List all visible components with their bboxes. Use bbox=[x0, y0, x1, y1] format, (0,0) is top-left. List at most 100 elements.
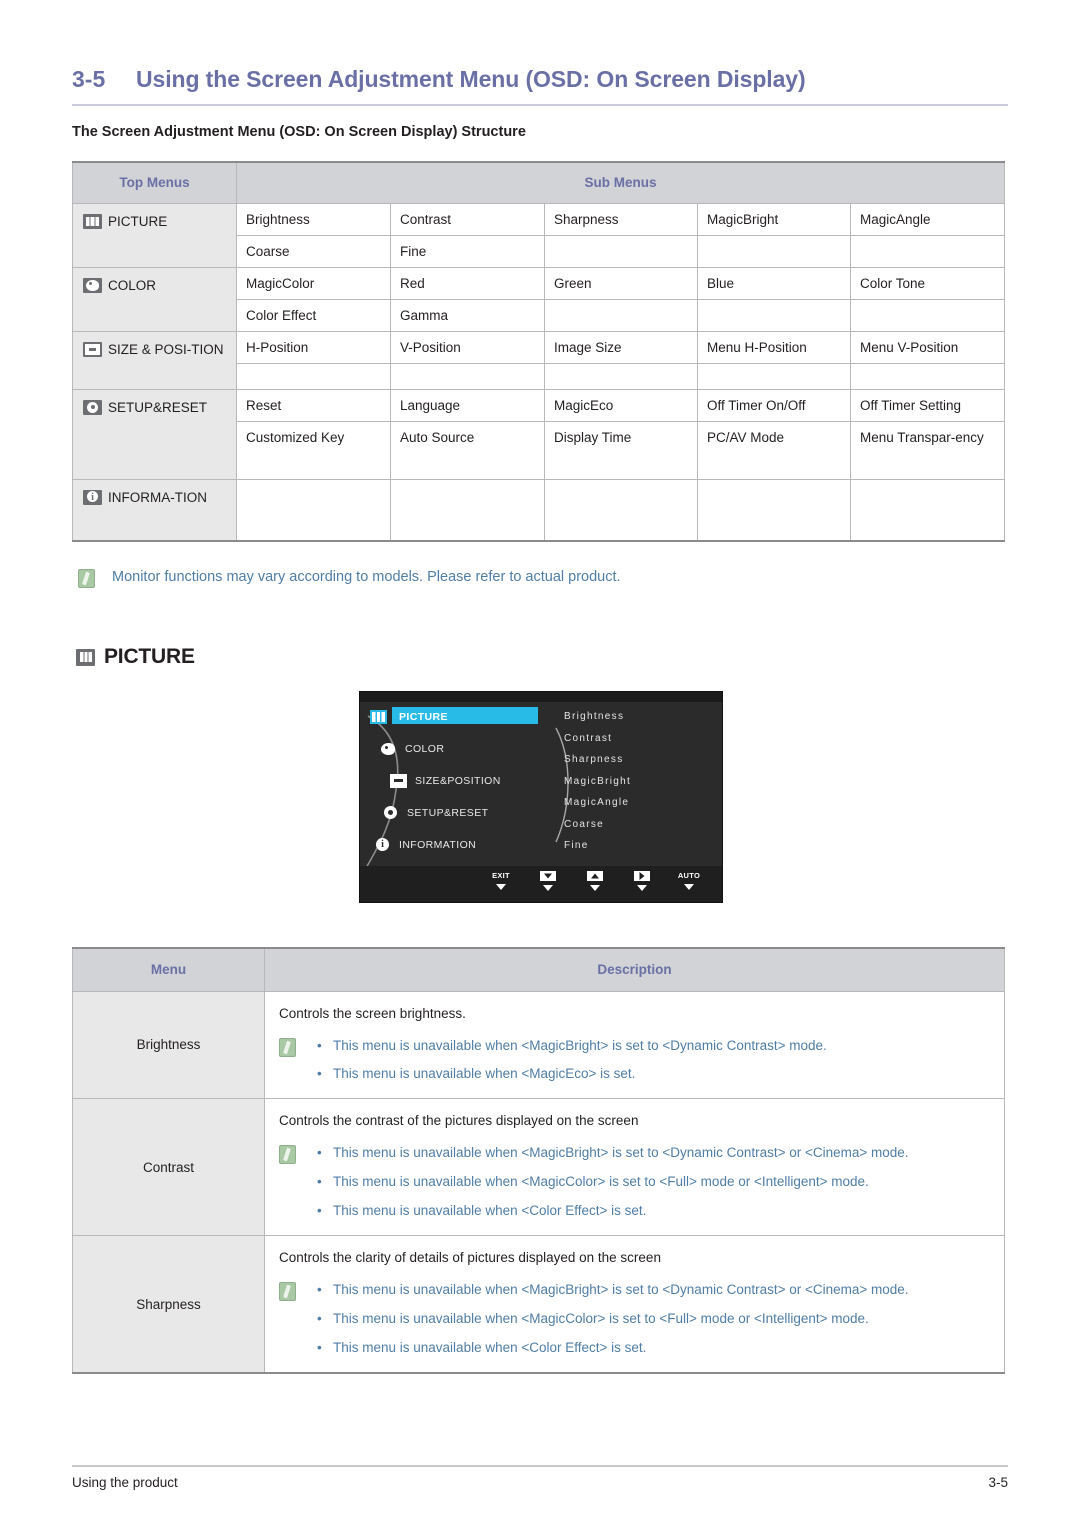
sub-menu-cell: Menu Transpar-ency bbox=[849, 420, 1006, 480]
bullet-dot: • bbox=[317, 1203, 322, 1219]
sub-menu-cell: Gamma bbox=[390, 298, 545, 332]
osd-menu-item-size-position[interactable]: SIZE&POSITION bbox=[370, 770, 501, 792]
description-lead: Controls the screen brightness. bbox=[279, 1005, 466, 1021]
sub-menu-cell: Sharpness bbox=[544, 202, 698, 236]
setup-reset-icon bbox=[83, 399, 102, 415]
picture-icon bbox=[76, 648, 95, 666]
chevron-down-icon bbox=[724, 887, 734, 893]
bullet-list: • This menu is unavailable when <MagicBr… bbox=[279, 1036, 992, 1085]
auto-button-label: AUTO bbox=[677, 871, 701, 880]
list-item: • This menu is unavailable when <MagicEc… bbox=[317, 1064, 992, 1084]
footer-label: Using the product bbox=[72, 1475, 178, 1490]
power-button[interactable] bbox=[712, 869, 746, 893]
sub-menu-cell: H-Position bbox=[236, 330, 391, 364]
table-row: COLOR MagicColor Red Green Blue Color To… bbox=[72, 266, 1006, 332]
note-callout: Monitor functions may vary according to … bbox=[78, 568, 621, 588]
sub-menu-cell: Language bbox=[390, 388, 545, 422]
sub-menu-cell: Red bbox=[390, 266, 545, 300]
chevron-down-icon bbox=[496, 884, 506, 890]
osd-submenu-item[interactable]: Coarse bbox=[564, 814, 714, 836]
col-header-sub-menus: Sub Menus bbox=[235, 161, 1006, 204]
description-cell: Controls the contrast of the pictures di… bbox=[264, 1098, 1005, 1237]
page-number: 3-5 bbox=[988, 1475, 1008, 1490]
top-menu-label: SIZE & POSI-TION bbox=[108, 341, 224, 357]
description-cell: Controls the clarity of details of pictu… bbox=[264, 1235, 1005, 1375]
table-row: SIZE & POSI-TION H-Position V-Position I… bbox=[72, 330, 1006, 390]
top-menu-size-position: SIZE & POSI-TION bbox=[72, 330, 237, 390]
enter-button[interactable] bbox=[625, 871, 659, 891]
osd-menu-item-picture[interactable]: PICTURE bbox=[370, 706, 538, 728]
osd-submenu-item[interactable]: MagicBright bbox=[564, 771, 714, 793]
bullet-dot: • bbox=[317, 1340, 322, 1356]
osd-submenu-list: Brightness Contrast Sharpness MagicBrigh… bbox=[564, 706, 714, 857]
chevron-down-icon bbox=[543, 885, 553, 891]
down-button[interactable] bbox=[531, 871, 565, 891]
osd-submenu-item[interactable]: Brightness bbox=[564, 706, 714, 728]
up-button[interactable] bbox=[578, 871, 612, 891]
sub-menu-cell: MagicEco bbox=[544, 388, 698, 422]
picture-icon bbox=[370, 710, 387, 724]
auto-button[interactable]: AUTO bbox=[672, 871, 706, 890]
sub-menu-cell: MagicBright bbox=[697, 202, 851, 236]
osd-menu-item-color[interactable]: COLOR bbox=[370, 738, 444, 760]
top-menu-label: PICTURE bbox=[108, 213, 168, 229]
top-menu-color: COLOR bbox=[72, 266, 237, 332]
sub-menu-cell bbox=[390, 362, 545, 390]
bullet-text: This menu is unavailable when <MagicColo… bbox=[333, 1174, 869, 1190]
sub-menu-cell: Image Size bbox=[544, 330, 698, 364]
chevron-down-icon bbox=[540, 871, 556, 881]
bullet-list: • This menu is unavailable when <MagicBr… bbox=[279, 1280, 992, 1358]
exit-button[interactable]: EXIT bbox=[484, 871, 518, 890]
bullet-list: • This menu is unavailable when <MagicBr… bbox=[279, 1143, 992, 1221]
table-header-row: Top Menus Sub Menus bbox=[72, 161, 1006, 204]
osd-menu-item-setup-reset[interactable]: SETUP&RESET bbox=[370, 802, 488, 824]
list-item: • This menu is unavailable when <MagicBr… bbox=[317, 1143, 992, 1163]
bullet-text: This menu is unavailable when <Color Eff… bbox=[333, 1203, 647, 1219]
list-item: • This menu is unavailable when <MagicCo… bbox=[317, 1172, 992, 1192]
table-header-row: Menu Description bbox=[72, 947, 1005, 992]
bullet-dot: • bbox=[317, 1037, 322, 1053]
menu-description-table: Menu Description Brightness Controls the… bbox=[72, 947, 1005, 1375]
note-pencil-icon bbox=[279, 1037, 296, 1057]
picture-section-heading: PICTURE bbox=[76, 645, 195, 669]
sub-menu-cell: Brightness bbox=[236, 202, 391, 236]
bullet-text: This menu is unavailable when <Color Eff… bbox=[333, 1340, 647, 1356]
bullet-text: This menu is unavailable when <MagicColo… bbox=[333, 1311, 869, 1327]
bullet-dot: • bbox=[317, 1066, 322, 1082]
sub-menu-cell bbox=[544, 298, 698, 332]
sub-menu-cell: PC/AV Mode bbox=[697, 420, 851, 480]
information-icon bbox=[83, 489, 102, 505]
osd-submenu-item[interactable]: Sharpness bbox=[564, 749, 714, 771]
size-position-icon bbox=[390, 774, 407, 788]
osd-menu-item-information[interactable]: INFORMATION bbox=[370, 834, 476, 856]
osd-submenu-item[interactable]: Contrast bbox=[564, 728, 714, 750]
top-menu-picture: PICTURE bbox=[72, 202, 237, 268]
list-item: • This menu is unavailable when <MagicCo… bbox=[317, 1309, 992, 1329]
sub-menu-cell: Contrast bbox=[390, 202, 545, 236]
osd-submenu-item[interactable]: Fine bbox=[564, 835, 714, 857]
chevron-down-icon bbox=[637, 885, 647, 891]
sub-menu-cell bbox=[544, 234, 698, 268]
top-menu-setup-reset: SETUP&RESET bbox=[72, 388, 237, 480]
bullet-text: This menu is unavailable when <MagicBrig… bbox=[333, 1145, 909, 1161]
bullet-dot: • bbox=[317, 1174, 322, 1190]
top-menu-label: SETUP&RESET bbox=[108, 399, 208, 415]
information-icon bbox=[374, 838, 391, 852]
chevron-right-icon bbox=[634, 871, 650, 881]
description-cell: Controls the screen brightness. • This m… bbox=[264, 990, 1005, 1100]
list-item: • This menu is unavailable when <MagicBr… bbox=[317, 1280, 992, 1300]
setup-reset-icon bbox=[382, 806, 399, 820]
sub-menu-cell: Menu V-Position bbox=[849, 330, 1006, 364]
sub-menu-cell: Menu H-Position bbox=[697, 330, 851, 364]
list-item: • This menu is unavailable when <Color E… bbox=[317, 1338, 992, 1358]
osd-submenu-item[interactable]: MagicAngle bbox=[564, 792, 714, 814]
sub-menu-cell: Customized Key bbox=[236, 420, 391, 480]
col-header-menu: Menu bbox=[72, 947, 265, 992]
sub-menu-cell bbox=[236, 362, 391, 390]
description-lead: Controls the contrast of the pictures di… bbox=[279, 1113, 639, 1129]
osd-menu-label: SIZE&POSITION bbox=[415, 775, 501, 787]
color-palette-icon bbox=[83, 277, 102, 293]
sub-menu-cell: Auto Source bbox=[390, 420, 545, 480]
osd-menu-label: COLOR bbox=[405, 743, 445, 755]
sub-menu-cell: Display Time bbox=[544, 420, 698, 480]
